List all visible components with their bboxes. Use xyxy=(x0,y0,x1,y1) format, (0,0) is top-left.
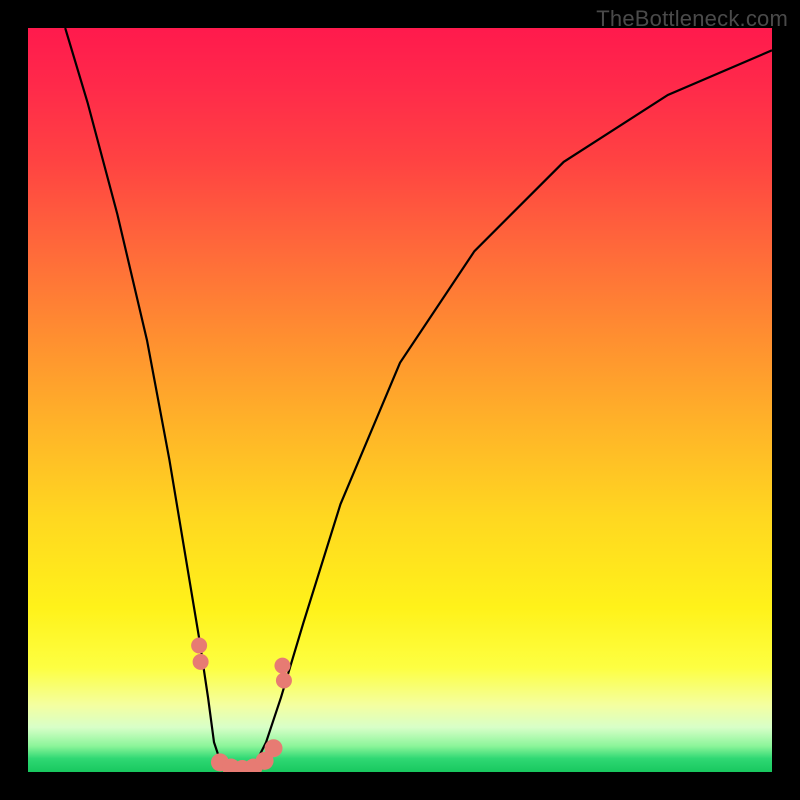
trough-marker-6 xyxy=(265,739,283,757)
marker-left-pair-upper xyxy=(191,638,207,654)
watermark-text: TheBottleneck.com xyxy=(596,6,788,32)
markers-group xyxy=(191,638,292,772)
marker-right-pair-lower xyxy=(276,672,292,688)
marker-right-pair-upper xyxy=(274,658,290,674)
chart-svg xyxy=(28,28,772,772)
plot-area xyxy=(28,28,772,772)
marker-left-pair-lower xyxy=(193,654,209,670)
bottleneck-curve xyxy=(65,28,772,772)
chart-frame: TheBottleneck.com xyxy=(0,0,800,800)
